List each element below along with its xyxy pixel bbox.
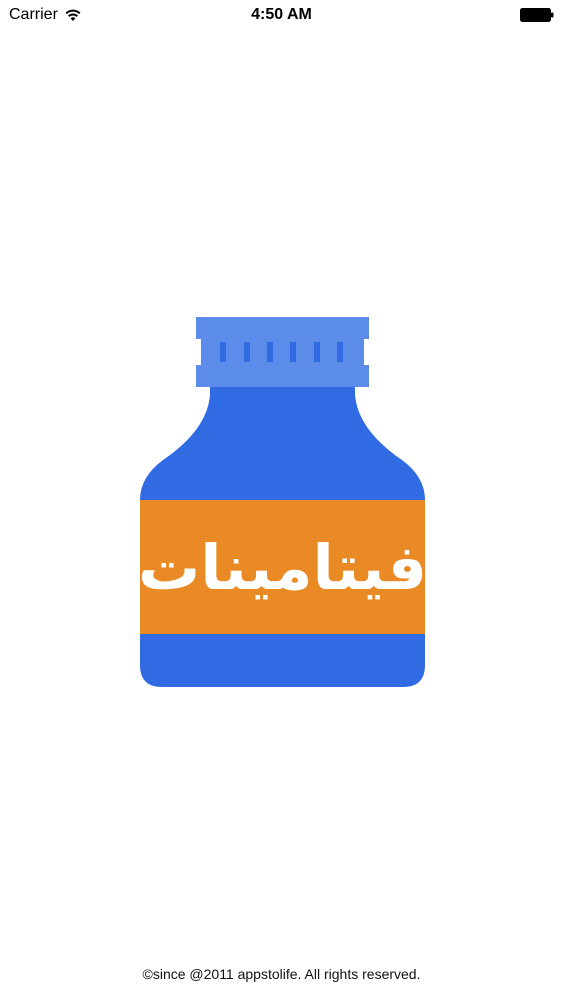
app-logo-label: فيتامينات [137, 530, 428, 604]
status-time: 4:50 AM [251, 6, 312, 23]
copyright-footer: ©since @2011 appstolife. All rights rese… [142, 966, 421, 982]
status-bar: Carrier 4:50 AM [0, 0, 563, 30]
battery-icon [520, 8, 554, 22]
